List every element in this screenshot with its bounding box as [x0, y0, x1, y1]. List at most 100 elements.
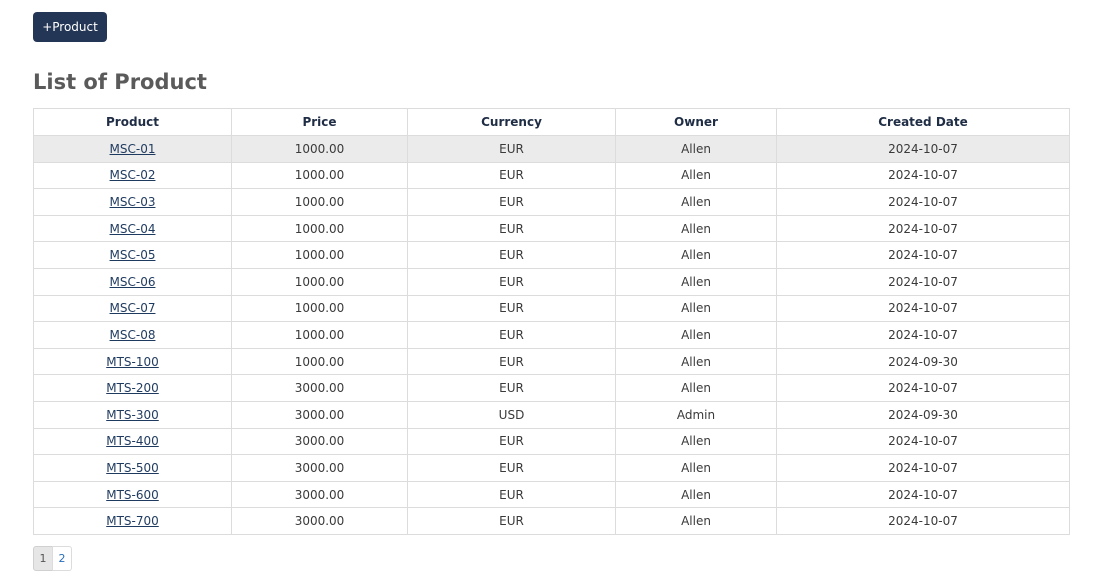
currency-cell: EUR	[407, 188, 616, 216]
currency-cell: EUR	[407, 374, 616, 402]
product-cell: MTS-500	[33, 454, 232, 482]
created-date-cell: 2024-10-07	[776, 507, 1070, 535]
created-date-cell: 2024-09-30	[776, 347, 1070, 376]
column-header-owner[interactable]: Owner	[615, 108, 777, 136]
created-date-cell: 2024-10-07	[776, 241, 1070, 269]
owner-cell: Allen	[615, 135, 777, 163]
product-cell: MSC-01	[33, 135, 232, 163]
product-link[interactable]: MSC-08	[110, 328, 156, 342]
product-cell: MTS-600	[33, 480, 232, 509]
owner-cell: Allen	[615, 188, 777, 216]
table-row: MSC-03 1000.00 EUR Allen 2024-10-07	[33, 188, 1070, 216]
product-link[interactable]: MTS-200	[106, 381, 159, 395]
currency-cell: EUR	[407, 294, 616, 323]
table-row: MTS-100 1000.00 EUR Allen 2024-09-30	[33, 347, 1070, 376]
product-cell: MSC-02	[33, 161, 232, 190]
table-row: MSC-05 1000.00 EUR Allen 2024-10-07	[33, 241, 1070, 269]
created-date-cell: 2024-10-07	[776, 480, 1070, 509]
page-button-1[interactable]: 1	[33, 546, 53, 571]
product-cell: MTS-400	[33, 427, 232, 456]
price-cell: 3000.00	[231, 454, 408, 482]
table-row: MSC-02 1000.00 EUR Allen 2024-10-07	[33, 161, 1070, 190]
column-header-created-date[interactable]: Created Date	[776, 108, 1070, 136]
product-cell: MTS-700	[33, 507, 232, 535]
products-table: Product Price Currency Owner Created Dat…	[33, 108, 1070, 535]
table-row: MSC-08 1000.00 EUR Allen 2024-10-07	[33, 321, 1070, 349]
table-row: MTS-400 3000.00 EUR Allen 2024-10-07	[33, 427, 1070, 456]
product-cell: MSC-08	[33, 321, 232, 349]
price-cell: 1000.00	[231, 294, 408, 323]
owner-cell: Allen	[615, 321, 777, 349]
table-row: MTS-700 3000.00 EUR Allen 2024-10-07	[33, 507, 1070, 535]
created-date-cell: 2024-10-07	[776, 135, 1070, 163]
table-header-row: Product Price Currency Owner Created Dat…	[33, 108, 1070, 136]
product-link[interactable]: MTS-700	[106, 514, 159, 528]
price-cell: 1000.00	[231, 321, 408, 349]
owner-cell: Allen	[615, 427, 777, 456]
product-link[interactable]: MTS-300	[106, 408, 159, 422]
created-date-cell: 2024-10-07	[776, 294, 1070, 323]
price-cell: 3000.00	[231, 427, 408, 456]
price-cell: 3000.00	[231, 480, 408, 509]
table-row: MTS-200 3000.00 EUR Allen 2024-10-07	[33, 374, 1070, 402]
table-row: MSC-07 1000.00 EUR Allen 2024-10-07	[33, 294, 1070, 323]
currency-cell: EUR	[407, 427, 616, 456]
product-link[interactable]: MSC-07	[110, 301, 156, 315]
owner-cell: Allen	[615, 214, 777, 243]
owner-cell: Allen	[615, 294, 777, 323]
owner-cell: Admin	[615, 400, 777, 429]
product-link[interactable]: MTS-600	[106, 488, 159, 502]
currency-cell: EUR	[407, 135, 616, 163]
created-date-cell: 2024-10-07	[776, 161, 1070, 190]
page-button-2[interactable]: 2	[52, 546, 72, 571]
table-row: MTS-300 3000.00 USD Admin 2024-09-30	[33, 400, 1070, 429]
currency-cell: EUR	[407, 267, 616, 296]
column-header-currency[interactable]: Currency	[407, 108, 616, 136]
currency-cell: USD	[407, 400, 616, 429]
created-date-cell: 2024-10-07	[776, 321, 1070, 349]
product-link[interactable]: MTS-400	[106, 434, 159, 448]
product-cell: MTS-300	[33, 400, 232, 429]
currency-cell: EUR	[407, 241, 616, 269]
created-date-cell: 2024-10-07	[776, 374, 1070, 402]
product-link[interactable]: MSC-01	[110, 142, 156, 156]
currency-cell: EUR	[407, 507, 616, 535]
product-cell: MSC-03	[33, 188, 232, 216]
product-link[interactable]: MTS-100	[106, 355, 159, 369]
owner-cell: Allen	[615, 161, 777, 190]
add-product-button[interactable]: +Product	[33, 12, 107, 42]
product-link[interactable]: MSC-06	[110, 275, 156, 289]
owner-cell: Allen	[615, 480, 777, 509]
table-row: MSC-01 1000.00 EUR Allen 2024-10-07	[33, 135, 1070, 163]
currency-cell: EUR	[407, 321, 616, 349]
price-cell: 3000.00	[231, 507, 408, 535]
column-header-product[interactable]: Product	[33, 108, 232, 136]
currency-cell: EUR	[407, 347, 616, 376]
page: +Product List of Product Product Price C…	[0, 0, 1099, 579]
table-row: MSC-06 1000.00 EUR Allen 2024-10-07	[33, 267, 1070, 296]
currency-cell: EUR	[407, 161, 616, 190]
created-date-cell: 2024-10-07	[776, 188, 1070, 216]
owner-cell: Allen	[615, 347, 777, 376]
price-cell: 1000.00	[231, 214, 408, 243]
product-link[interactable]: MTS-500	[106, 461, 159, 475]
currency-cell: EUR	[407, 214, 616, 243]
page-title: List of Product	[33, 70, 207, 94]
price-cell: 1000.00	[231, 188, 408, 216]
column-header-price[interactable]: Price	[231, 108, 408, 136]
price-cell: 1000.00	[231, 241, 408, 269]
owner-cell: Allen	[615, 267, 777, 296]
product-link[interactable]: MSC-04	[110, 222, 156, 236]
product-link[interactable]: MSC-05	[110, 248, 156, 262]
product-link[interactable]: MSC-03	[110, 195, 156, 209]
owner-cell: Allen	[615, 374, 777, 402]
table-row: MTS-600 3000.00 EUR Allen 2024-10-07	[33, 480, 1070, 509]
product-cell: MSC-05	[33, 241, 232, 269]
created-date-cell: 2024-10-07	[776, 454, 1070, 482]
price-cell: 1000.00	[231, 135, 408, 163]
price-cell: 1000.00	[231, 347, 408, 376]
owner-cell: Allen	[615, 454, 777, 482]
currency-cell: EUR	[407, 454, 616, 482]
product-link[interactable]: MSC-02	[110, 168, 156, 182]
table-row: MSC-04 1000.00 EUR Allen 2024-10-07	[33, 214, 1070, 243]
